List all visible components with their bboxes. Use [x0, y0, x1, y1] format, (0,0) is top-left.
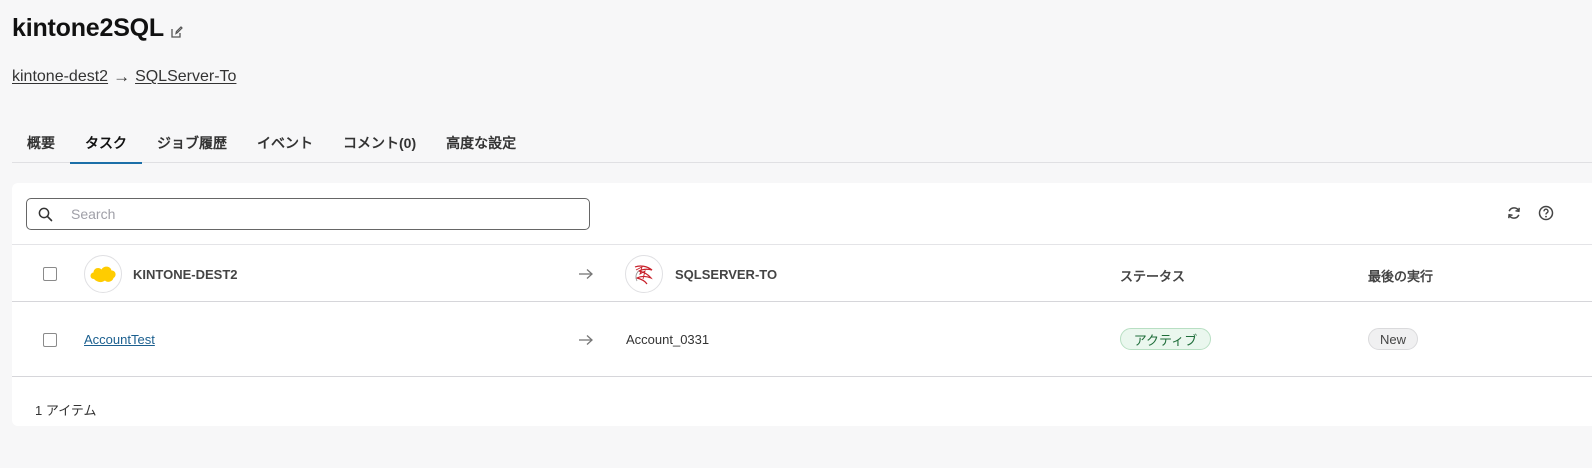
tab-advanced-settings[interactable]: 高度な設定	[431, 123, 531, 163]
column-header-status: ステータス	[1120, 269, 1186, 284]
edit-icon[interactable]	[171, 25, 183, 38]
row-checkbox[interactable]	[43, 333, 57, 347]
item-count: 1 アイテム	[35, 403, 97, 418]
task-source-link-text[interactable]: AccountTest	[84, 332, 155, 347]
tab-events[interactable]: イベント	[242, 123, 328, 163]
kintone-cloud-icon	[90, 266, 116, 283]
task-destination: Account_0331	[626, 332, 710, 347]
column-header-last-run: 最後の実行	[1368, 269, 1434, 284]
breadcrumb-destination-link[interactable]: SQLServer-To	[135, 68, 236, 86]
tab-comments[interactable]: コメント(0)	[328, 123, 431, 163]
breadcrumb-source-link[interactable]: kintone-dest2	[12, 68, 108, 86]
breadcrumb: kintone-dest2 → SQLServer-To	[12, 67, 236, 87]
column-header-source: KINTONE-DEST2	[133, 267, 238, 282]
status-badge: アクティブ	[1120, 328, 1211, 350]
help-icon[interactable]	[1538, 205, 1554, 221]
tab-job-history[interactable]: ジョブ履歴	[142, 123, 242, 163]
tab-tasks[interactable]: タスク	[70, 123, 142, 164]
search-box	[26, 198, 590, 230]
breadcrumb-separator: →	[113, 67, 131, 86]
refresh-icon[interactable]	[1506, 205, 1522, 221]
search-icon	[38, 207, 53, 227]
divider	[12, 244, 1592, 245]
task-source-link[interactable]: AccountTest	[84, 332, 155, 347]
sqlserver-icon	[634, 265, 653, 285]
arrow-right-icon	[579, 335, 593, 345]
tab-bar: 概要 タスク ジョブ履歴 イベント コメント(0) 高度な設定	[12, 123, 1592, 164]
divider	[12, 376, 1592, 377]
search-input[interactable]	[71, 205, 571, 223]
page-title-text: kintone2SQL	[12, 14, 164, 42]
sqlserver-logo	[625, 255, 663, 293]
arrow-right-icon	[579, 269, 593, 279]
last-run-badge: New	[1368, 328, 1418, 350]
kintone-logo	[84, 255, 122, 293]
column-header-destination: SQLSERVER-TO	[675, 267, 778, 282]
divider	[12, 301, 1592, 302]
tasks-panel: KINTONE-DEST2 SQLSERVER-TO ステータス 最後の実行 A…	[12, 183, 1592, 426]
select-all-checkbox[interactable]	[43, 267, 57, 281]
tab-overview[interactable]: 概要	[12, 123, 70, 163]
page-title: kintone2SQL	[12, 14, 183, 43]
